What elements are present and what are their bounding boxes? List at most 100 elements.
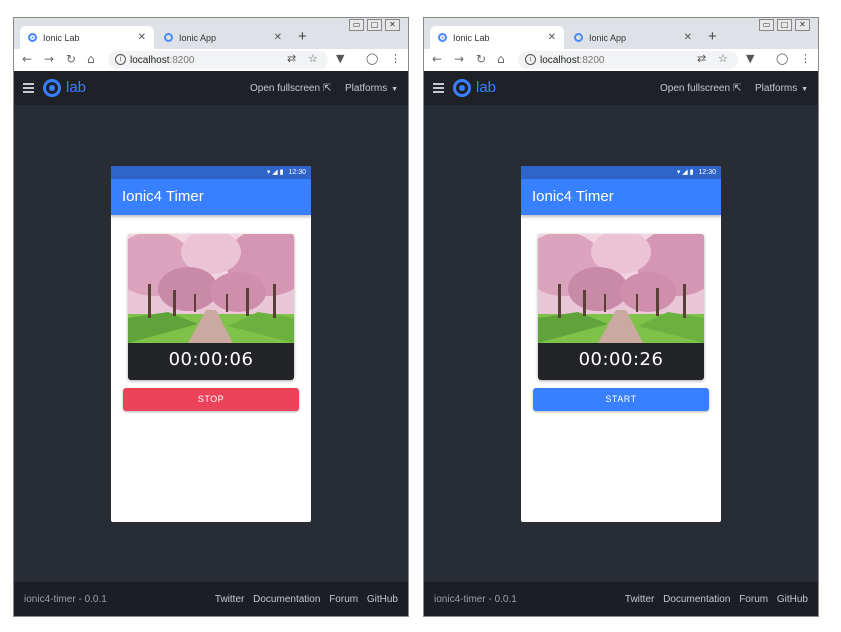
- forward-arrow-icon[interactable]: →: [44, 52, 54, 66]
- forward-arrow-icon[interactable]: →: [454, 52, 464, 66]
- tab-close-icon[interactable]: ✕: [138, 32, 146, 43]
- vpn-extension-icon[interactable]: ▼: [746, 52, 754, 65]
- new-tab-icon[interactable]: +: [298, 28, 307, 45]
- start-button[interactable]: START: [533, 388, 709, 411]
- cherry-blossom-image: [128, 234, 294, 343]
- timer-display: 00:00:26: [578, 349, 664, 370]
- hamburger-menu-icon[interactable]: [433, 83, 444, 93]
- lab-logo-text: lab: [476, 79, 497, 96]
- profile-icon[interactable]: ◯: [776, 52, 788, 65]
- platforms-label: Platforms: [755, 83, 798, 94]
- external-link-icon: ⇱: [733, 83, 742, 94]
- project-version: ionic4-timer - 0.0.1: [434, 594, 517, 605]
- app-toolbar: Ionic4 Timer: [521, 179, 721, 215]
- app-title: Ionic4 Timer: [122, 188, 204, 205]
- hamburger-menu-icon[interactable]: [23, 83, 34, 93]
- footer-links: Twitter Documentation Forum GitHub: [209, 594, 398, 605]
- tab-strip: Ionic Lab ✕ Ionic App ✕ +: [14, 24, 408, 49]
- url-host: localhost: [540, 54, 580, 66]
- app-toolbar: Ionic4 Timer: [111, 179, 311, 215]
- caret-down-icon: ▼: [799, 86, 809, 93]
- documentation-link[interactable]: Documentation: [663, 594, 730, 605]
- vpn-extension-icon[interactable]: ▼: [336, 52, 344, 65]
- url-host: localhost: [130, 54, 170, 66]
- ionic-favicon-icon: [164, 33, 173, 42]
- twitter-link[interactable]: Twitter: [215, 594, 244, 605]
- status-time: 12:30: [698, 169, 716, 176]
- info-icon[interactable]: i: [525, 54, 536, 65]
- app-title: Ionic4 Timer: [532, 188, 614, 205]
- reload-icon[interactable]: ↻: [66, 52, 76, 66]
- tab-close-icon[interactable]: ✕: [548, 32, 556, 43]
- back-arrow-icon[interactable]: ←: [22, 52, 32, 66]
- translate-icon[interactable]: ⇄: [697, 52, 706, 65]
- status-icons: ▾ ◢ ▮: [676, 169, 694, 176]
- platforms-dropdown[interactable]: Platforms ▼: [755, 83, 808, 94]
- translate-icon[interactable]: ⇄: [287, 52, 296, 65]
- ionic-favicon-icon: [28, 33, 37, 42]
- forum-link[interactable]: Forum: [739, 594, 768, 605]
- lab-footer: ionic4-timer - 0.0.1 Twitter Documentati…: [424, 582, 818, 616]
- home-icon[interactable]: ⌂: [87, 52, 95, 66]
- lab-header: lab Open fullscreen ⇱ Platforms ▼: [424, 71, 818, 105]
- tab-ionic-app[interactable]: Ionic App ✕: [566, 26, 700, 49]
- browser-window-left: ▭ □ ✕ Ionic Lab ✕ Ionic App ✕ + ← → ↻ ⌂ …: [13, 17, 409, 617]
- tab-strip: Ionic Lab ✕ Ionic App ✕ +: [424, 24, 818, 49]
- browser-toolbar: ← → ↻ ⌂ i localhost:8200 ⇄ ☆ ▼ ◯ ⋮: [14, 49, 408, 71]
- back-arrow-icon[interactable]: ←: [432, 52, 442, 66]
- platforms-dropdown[interactable]: Platforms ▼: [345, 83, 398, 94]
- open-fullscreen-label: Open fullscreen: [250, 83, 321, 94]
- url-port: :8200: [169, 54, 195, 66]
- tab-close-icon[interactable]: ✕: [684, 32, 692, 43]
- tab-ionic-lab[interactable]: Ionic Lab ✕: [20, 26, 154, 49]
- tab-close-icon[interactable]: ✕: [274, 32, 282, 43]
- timer-card: 00:00:26: [538, 234, 704, 380]
- lab-logo-text: lab: [66, 79, 87, 96]
- github-link[interactable]: GitHub: [777, 594, 808, 605]
- github-link[interactable]: GitHub: [367, 594, 398, 605]
- open-fullscreen-link[interactable]: Open fullscreen ⇱: [250, 83, 331, 94]
- tab-title: Ionic Lab: [453, 32, 490, 43]
- star-icon[interactable]: ☆: [308, 52, 318, 65]
- caret-down-icon: ▼: [389, 86, 399, 93]
- documentation-link[interactable]: Documentation: [253, 594, 320, 605]
- device-preview: ▾ ◢ ▮ 12:30 Ionic4 Timer: [521, 166, 721, 522]
- platforms-label: Platforms: [345, 83, 388, 94]
- profile-icon[interactable]: ◯: [366, 52, 378, 65]
- tab-ionic-app[interactable]: Ionic App ✕: [156, 26, 290, 49]
- footer-links: Twitter Documentation Forum GitHub: [619, 594, 808, 605]
- tab-ionic-lab[interactable]: Ionic Lab ✕: [430, 26, 564, 49]
- browser-window-right: ▭ □ ✕ Ionic Lab ✕ Ionic App ✕ + ← → ↻ ⌂ …: [423, 17, 819, 617]
- kebab-menu-icon[interactable]: ⋮: [800, 52, 811, 65]
- external-link-icon: ⇱: [323, 83, 332, 94]
- status-icons: ▾ ◢ ▮: [266, 169, 284, 176]
- reload-icon[interactable]: ↻: [476, 52, 486, 66]
- ionic-favicon-icon: [438, 33, 447, 42]
- device-status-bar: ▾ ◢ ▮ 12:30: [111, 166, 311, 179]
- forum-link[interactable]: Forum: [329, 594, 358, 605]
- timer-display: 00:00:06: [168, 349, 254, 370]
- status-time: 12:30: [288, 169, 306, 176]
- ionic-favicon-icon: [574, 33, 583, 42]
- twitter-link[interactable]: Twitter: [625, 594, 654, 605]
- timer-card: 00:00:06: [128, 234, 294, 380]
- device-preview: ▾ ◢ ▮ 12:30 Ionic4 Timer: [111, 166, 311, 522]
- home-icon[interactable]: ⌂: [497, 52, 505, 66]
- project-version: ionic4-timer - 0.0.1: [24, 594, 107, 605]
- lab-header: lab Open fullscreen ⇱ Platforms ▼: [14, 71, 408, 105]
- stop-button[interactable]: STOP: [123, 388, 299, 411]
- star-icon[interactable]: ☆: [718, 52, 728, 65]
- open-fullscreen-label: Open fullscreen: [660, 83, 731, 94]
- lab-stage: ▾ ◢ ▮ 12:30 Ionic4 Timer: [14, 105, 408, 582]
- kebab-menu-icon[interactable]: ⋮: [390, 52, 401, 65]
- open-fullscreen-link[interactable]: Open fullscreen ⇱: [660, 83, 741, 94]
- ionic-logo-icon: [453, 79, 471, 97]
- tab-title: Ionic Lab: [43, 32, 80, 43]
- info-icon[interactable]: i: [115, 54, 126, 65]
- tab-title: Ionic App: [589, 32, 627, 43]
- new-tab-icon[interactable]: +: [708, 28, 717, 45]
- lab-footer: ionic4-timer - 0.0.1 Twitter Documentati…: [14, 582, 408, 616]
- device-status-bar: ▾ ◢ ▮ 12:30: [521, 166, 721, 179]
- cherry-blossom-image: [538, 234, 704, 343]
- tab-title: Ionic App: [179, 32, 217, 43]
